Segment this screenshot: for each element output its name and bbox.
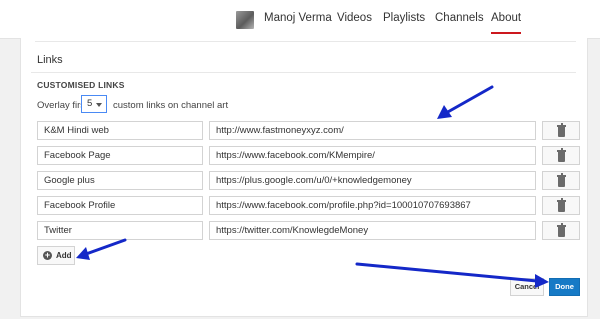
divider: [35, 41, 576, 42]
channel-nav-bar: Manoj Verma Videos Playlists Channels Ab…: [0, 0, 600, 39]
link-url-input[interactable]: http://www.fastmoneyxyz.com/: [209, 121, 536, 140]
add-link-button[interactable]: + Add: [37, 246, 75, 265]
tab-playlists[interactable]: Playlists: [383, 12, 425, 24]
channel-avatar[interactable]: [236, 11, 254, 29]
divider: [31, 72, 576, 73]
delete-link-button[interactable]: [542, 121, 580, 140]
delete-link-button[interactable]: [542, 171, 580, 190]
link-title-input[interactable]: Twitter: [37, 221, 203, 240]
link-url-input[interactable]: https://www.facebook.com/KMempire/: [209, 146, 536, 165]
chevron-down-icon: [96, 103, 102, 107]
delete-link-button[interactable]: [542, 221, 580, 240]
trash-icon: [557, 148, 566, 162]
link-url-input[interactable]: https://www.facebook.com/profile.php?id=…: [209, 196, 536, 215]
trash-icon: [557, 198, 566, 212]
link-title-input[interactable]: Facebook Profile: [37, 196, 203, 215]
plus-circle-icon: +: [43, 250, 52, 260]
delete-link-button[interactable]: [542, 196, 580, 215]
tab-channels[interactable]: Channels: [435, 12, 484, 24]
tab-about[interactable]: About: [491, 12, 522, 34]
overlay-suffix-label: custom links on channel art: [113, 100, 229, 111]
link-url-input[interactable]: https://plus.google.com/u/0/+knowledgemo…: [209, 171, 536, 190]
done-button[interactable]: Done: [549, 278, 580, 296]
tab-videos[interactable]: Videos: [337, 12, 372, 24]
section-title-links: Links: [37, 54, 63, 66]
cancel-button[interactable]: Cancel: [510, 278, 544, 296]
trash-icon: [557, 223, 566, 237]
link-url-input[interactable]: https://twitter.com/KnowlegdeMoney: [209, 221, 536, 240]
overlay-count-select[interactable]: 5: [81, 95, 107, 113]
link-title-input[interactable]: Google plus: [37, 171, 203, 190]
custom-links-heading: CUSTOMISED LINKS: [37, 80, 125, 90]
overlay-count-value: 5: [87, 98, 93, 109]
delete-link-button[interactable]: [542, 146, 580, 165]
trash-icon: [557, 173, 566, 187]
links-editor-panel: Links CUSTOMISED LINKS Overlay first 5 c…: [20, 38, 588, 317]
add-button-label: Add: [56, 251, 72, 260]
link-title-input[interactable]: Facebook Page: [37, 146, 203, 165]
trash-icon: [557, 123, 566, 137]
link-title-input[interactable]: K&M Hindi web: [37, 121, 203, 140]
channel-name-link[interactable]: Manoj Verma: [264, 12, 332, 24]
